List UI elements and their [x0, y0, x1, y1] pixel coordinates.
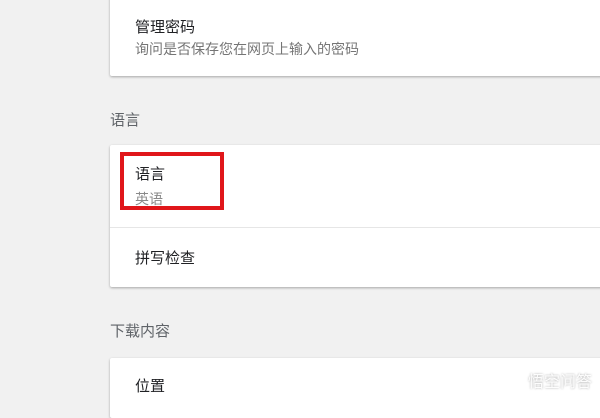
language-row-value: 英语 — [135, 192, 163, 208]
language-card: 语言 英语 拼写检查 — [110, 145, 600, 287]
spellcheck-row[interactable]: 拼写检查 — [110, 228, 600, 287]
language-row[interactable]: 语言 英语 — [110, 145, 600, 227]
autofill-card: 管理密码 询问是否保存您在网页上输入的密码 — [110, 0, 600, 76]
chat-bubble-icon — [504, 372, 524, 389]
manage-passwords-row[interactable]: 管理密码 询问是否保存您在网页上输入的密码 — [110, 0, 600, 76]
spellcheck-row-title: 拼写检查 — [135, 249, 196, 267]
watermark: 悟空问答 — [504, 368, 592, 392]
download-location-title: 位置 — [135, 377, 166, 395]
language-section-header: 语言 — [110, 111, 141, 129]
manage-passwords-subtitle: 询问是否保存您在网页上输入的密码 — [135, 42, 359, 58]
watermark-text: 悟空问答 — [527, 372, 592, 391]
downloads-section-header: 下载内容 — [110, 322, 171, 340]
language-row-title: 语言 — [135, 165, 166, 183]
manage-passwords-title: 管理密码 — [135, 18, 196, 36]
